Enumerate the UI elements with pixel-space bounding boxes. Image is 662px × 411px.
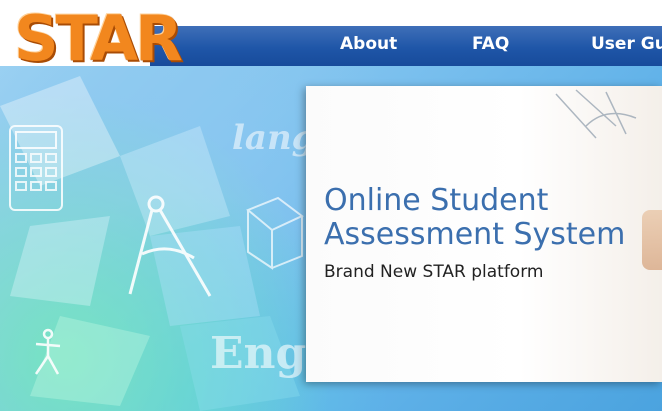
stick-figure-icon xyxy=(34,328,61,375)
logo-text: STAR xyxy=(14,2,183,75)
hero-title-line-1: Online Student xyxy=(324,183,549,218)
book-icon xyxy=(246,196,304,270)
calculator-icon xyxy=(9,125,63,211)
hero-subtitle: Brand New STAR platform xyxy=(324,262,544,282)
hero-slide-card[interactable]: Online Student Assessment System Brand N… xyxy=(306,86,662,382)
top-navbar: About FAQ User Gu xyxy=(150,26,662,67)
nav-user-guide-link[interactable]: User Gu xyxy=(591,34,662,54)
hero-title-line-2: Assessment System xyxy=(324,217,626,252)
nav-faq-link[interactable]: FAQ xyxy=(472,34,509,54)
compass-icon xyxy=(128,195,212,297)
nav-about-link[interactable]: About xyxy=(340,34,397,54)
hand-image xyxy=(642,210,662,270)
geometry-sketch-icon xyxy=(555,89,637,139)
hero-title: Online Student Assessment System xyxy=(324,184,625,252)
